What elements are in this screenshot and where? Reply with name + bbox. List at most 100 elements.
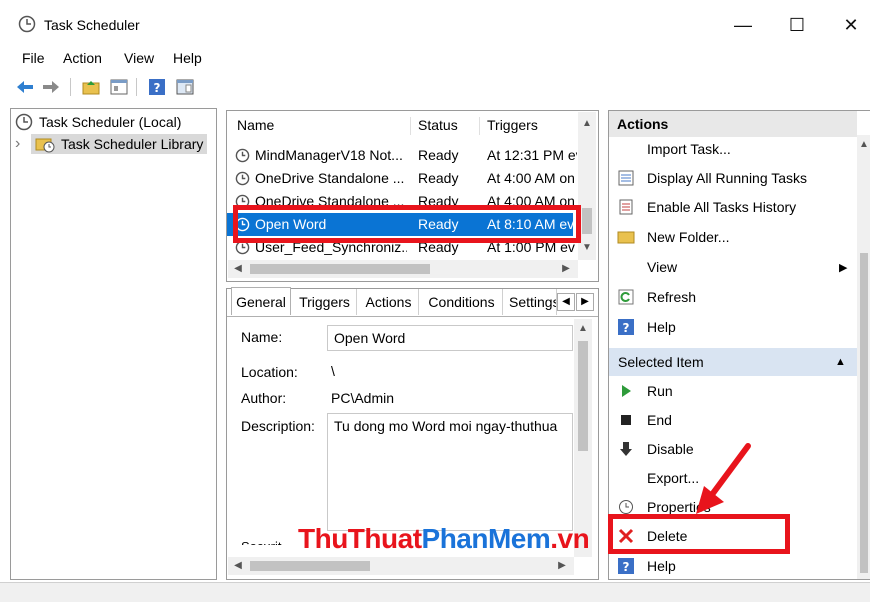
disable-arrow-icon bbox=[617, 440, 635, 458]
menu-action[interactable]: Action bbox=[63, 50, 102, 66]
action-help-selected[interactable]: ? Help bbox=[609, 552, 849, 580]
description-field[interactable]: Tu dong mo Word moi ngay-thuthua bbox=[327, 413, 573, 531]
tab-general[interactable]: General bbox=[231, 287, 291, 315]
status-bar bbox=[0, 582, 870, 602]
actions-vscroll[interactable]: ▲ bbox=[857, 135, 870, 579]
action-end[interactable]: End bbox=[609, 406, 849, 434]
folder-clock-icon bbox=[35, 135, 55, 153]
tree-item-label: Task Scheduler Library bbox=[61, 136, 204, 152]
chevron-right-icon[interactable]: › bbox=[15, 135, 31, 153]
tab-settings[interactable]: Settings bbox=[505, 289, 557, 315]
column-header-triggers[interactable]: Triggers bbox=[487, 111, 538, 139]
task-name: MindManagerV18 Not... bbox=[255, 147, 403, 163]
tree-item-label: Task Scheduler (Local) bbox=[39, 114, 182, 130]
table-row[interactable]: MindManagerV18 Not... Ready At 12:31 PM ev bbox=[227, 144, 577, 167]
watermark-part1: ThuThuat bbox=[298, 523, 422, 554]
collapse-icon[interactable]: ▲ bbox=[835, 356, 846, 368]
history-icon bbox=[617, 198, 635, 216]
scroll-thumb[interactable] bbox=[250, 264, 430, 274]
properties-hscroll[interactable]: ◀ ▶ bbox=[228, 557, 574, 575]
action-label: End bbox=[647, 412, 672, 428]
scroll-right-icon[interactable]: ▶ bbox=[554, 560, 570, 571]
task-name: OneDrive Standalone ... bbox=[255, 170, 405, 186]
scroll-thumb[interactable] bbox=[250, 561, 370, 571]
location-value: \ bbox=[331, 363, 335, 379]
tree-item-local[interactable]: Task Scheduler (Local) bbox=[15, 111, 181, 133]
menu-file[interactable]: File bbox=[22, 50, 45, 66]
action-label: Disable bbox=[647, 441, 694, 457]
scroll-left-icon[interactable]: ◀ bbox=[230, 263, 246, 274]
folder-icon bbox=[617, 228, 635, 246]
scroll-right-icon[interactable]: ▶ bbox=[558, 263, 574, 274]
watermark: ThuThuatPhanMem.vn bbox=[298, 523, 590, 555]
running-tasks-icon bbox=[617, 169, 635, 187]
menu-bar: File Action View Help bbox=[0, 46, 870, 70]
svg-text:?: ? bbox=[154, 81, 161, 95]
clock-icon bbox=[15, 113, 33, 131]
help-icon[interactable]: ? bbox=[146, 76, 168, 98]
task-list-hscroll[interactable]: ◀ ▶ bbox=[228, 260, 578, 278]
scroll-up-icon[interactable]: ▲ bbox=[856, 139, 870, 150]
tab-scroll-left-icon[interactable]: ◀ bbox=[557, 293, 575, 311]
forward-arrow-icon[interactable] bbox=[40, 76, 62, 98]
action-label: Run bbox=[647, 383, 673, 399]
menu-help[interactable]: Help bbox=[173, 50, 202, 66]
tree-item-library[interactable]: › Task Scheduler Library bbox=[15, 133, 208, 155]
action-label: Help bbox=[647, 558, 676, 574]
scroll-thumb[interactable] bbox=[582, 208, 592, 234]
action-view[interactable]: View ▶ bbox=[609, 253, 849, 281]
back-arrow-icon[interactable] bbox=[14, 76, 36, 98]
actions-header: Actions bbox=[609, 111, 857, 137]
author-label: Author: bbox=[241, 390, 287, 406]
red-arrow-icon bbox=[696, 443, 751, 514]
task-trigger: At 12:31 PM ev bbox=[487, 147, 577, 163]
description-label: Description: bbox=[241, 418, 315, 434]
column-header-status[interactable]: Status bbox=[418, 111, 458, 139]
scroll-thumb[interactable] bbox=[860, 253, 868, 573]
help-icon: ? bbox=[617, 557, 635, 575]
tab-scroll-right-icon[interactable]: ▶ bbox=[576, 293, 594, 311]
scroll-up-icon[interactable]: ▲ bbox=[575, 323, 591, 334]
selected-item-header[interactable]: Selected Item ▲ bbox=[609, 348, 857, 376]
security-label: Securit... bbox=[241, 539, 292, 545]
section-title: Selected Item bbox=[618, 354, 704, 370]
tab-actions[interactable]: Actions bbox=[359, 289, 419, 315]
scroll-left-icon[interactable]: ◀ bbox=[230, 560, 246, 571]
name-field[interactable]: Open Word bbox=[327, 325, 573, 351]
clock-icon bbox=[18, 15, 36, 36]
show-hide-console-icon[interactable] bbox=[108, 76, 130, 98]
close-button[interactable]: ✕ bbox=[836, 10, 866, 40]
action-help[interactable]: ? Help bbox=[609, 313, 849, 341]
scroll-thumb[interactable] bbox=[578, 341, 588, 451]
action-label: View bbox=[647, 259, 678, 275]
show-action-pane-icon[interactable] bbox=[174, 76, 196, 98]
scroll-up-icon[interactable]: ▲ bbox=[579, 118, 595, 129]
window-title: Task Scheduler bbox=[44, 17, 140, 33]
tab-conditions[interactable]: Conditions bbox=[421, 289, 503, 315]
table-row[interactable]: OneDrive Standalone ... Ready At 4:00 AM o… bbox=[227, 167, 575, 190]
action-label: Help bbox=[647, 319, 676, 335]
action-refresh[interactable]: Refresh bbox=[609, 283, 849, 311]
submenu-arrow-icon: ▶ bbox=[839, 261, 848, 274]
action-display-running[interactable]: Display All Running Tasks bbox=[609, 164, 849, 192]
scroll-down-icon[interactable]: ▼ bbox=[579, 242, 595, 253]
task-clock-icon bbox=[235, 148, 250, 166]
action-new-folder[interactable]: New Folder... bbox=[609, 223, 849, 251]
task-status: Ready bbox=[418, 170, 459, 186]
author-value: PC\Admin bbox=[331, 390, 395, 406]
stop-icon bbox=[617, 411, 635, 429]
properties-vscroll[interactable]: ▲ bbox=[574, 319, 592, 557]
action-run[interactable]: Run bbox=[609, 377, 849, 405]
watermark-part2: PhanMem bbox=[421, 523, 551, 554]
menu-view[interactable]: View bbox=[124, 50, 154, 66]
action-enable-history[interactable]: Enable All Tasks History bbox=[609, 193, 849, 221]
column-header-name[interactable]: Name bbox=[237, 111, 274, 139]
svg-text:?: ? bbox=[623, 321, 630, 335]
highlight-open-word bbox=[233, 205, 581, 243]
maximize-button[interactable]: ☐ bbox=[782, 10, 812, 40]
minimize-button[interactable]: — bbox=[728, 10, 758, 40]
action-import-task[interactable]: Import Task... bbox=[609, 135, 849, 163]
location-label: Location: bbox=[241, 364, 298, 380]
up-folder-icon[interactable] bbox=[80, 76, 102, 98]
tab-triggers[interactable]: Triggers bbox=[293, 289, 357, 315]
